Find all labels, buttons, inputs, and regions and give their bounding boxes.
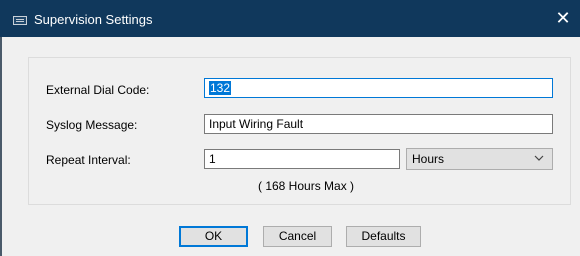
defaults-button[interactable]: Defaults: [346, 226, 421, 247]
syslog-message-field[interactable]: Input Wiring Fault: [204, 114, 553, 134]
max-interval-note: ( 168 Hours Max ): [258, 179, 355, 193]
window-title: Supervision Settings: [34, 12, 153, 27]
interval-unit-value: Hours: [412, 152, 445, 166]
repeat-interval-value: 1: [209, 152, 216, 166]
interval-unit-dropdown[interactable]: Hours: [406, 148, 553, 170]
window-border: [0, 37, 2, 256]
syslog-message-label: Syslog Message:: [46, 118, 138, 132]
cancel-button[interactable]: Cancel: [263, 226, 332, 247]
repeat-interval-label: Repeat Interval:: [46, 153, 131, 167]
ok-button[interactable]: OK: [179, 226, 248, 247]
close-button[interactable]: ✕: [546, 0, 580, 37]
window-icon: [13, 16, 27, 25]
chevron-down-icon: [534, 155, 544, 161]
external-dial-code-field[interactable]: 132: [204, 78, 553, 98]
external-dial-code-label: External Dial Code:: [46, 83, 150, 97]
title-bar: Supervision Settings ✕: [0, 0, 580, 37]
syslog-message-value: Input Wiring Fault: [209, 117, 304, 131]
external-dial-code-value: 132: [209, 81, 232, 95]
repeat-interval-field[interactable]: 1: [204, 149, 400, 169]
